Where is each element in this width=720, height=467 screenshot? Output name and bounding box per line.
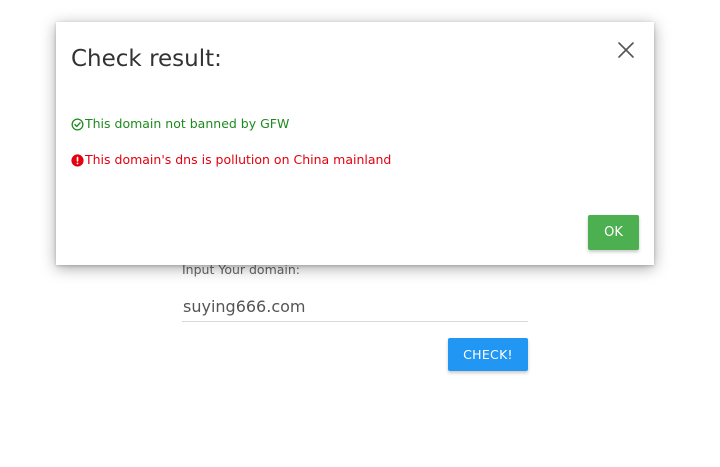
domain-check-form: Input Your domain: CHECK!	[182, 262, 528, 371]
dns-status-text: This domain's dns is pollution on China …	[85, 152, 392, 167]
check-result-dialog: Check result: This domain not banned by …	[56, 22, 654, 265]
domain-input[interactable]	[182, 294, 528, 322]
page: Input Your domain: CHECK! Check result: …	[0, 0, 720, 467]
dialog-title: Check result:	[71, 46, 222, 72]
dns-status-message: This domain's dns is pollution on China …	[71, 152, 391, 168]
exclamation-circle-icon	[71, 153, 84, 167]
gfw-status-message: This domain not banned by GFW	[71, 116, 289, 132]
close-button[interactable]	[614, 38, 638, 62]
gfw-status-text: This domain not banned by GFW	[85, 116, 290, 131]
check-circle-icon	[71, 117, 84, 131]
check-button[interactable]: CHECK!	[448, 338, 528, 371]
close-icon	[618, 42, 634, 58]
ok-button[interactable]: OK	[588, 215, 639, 250]
